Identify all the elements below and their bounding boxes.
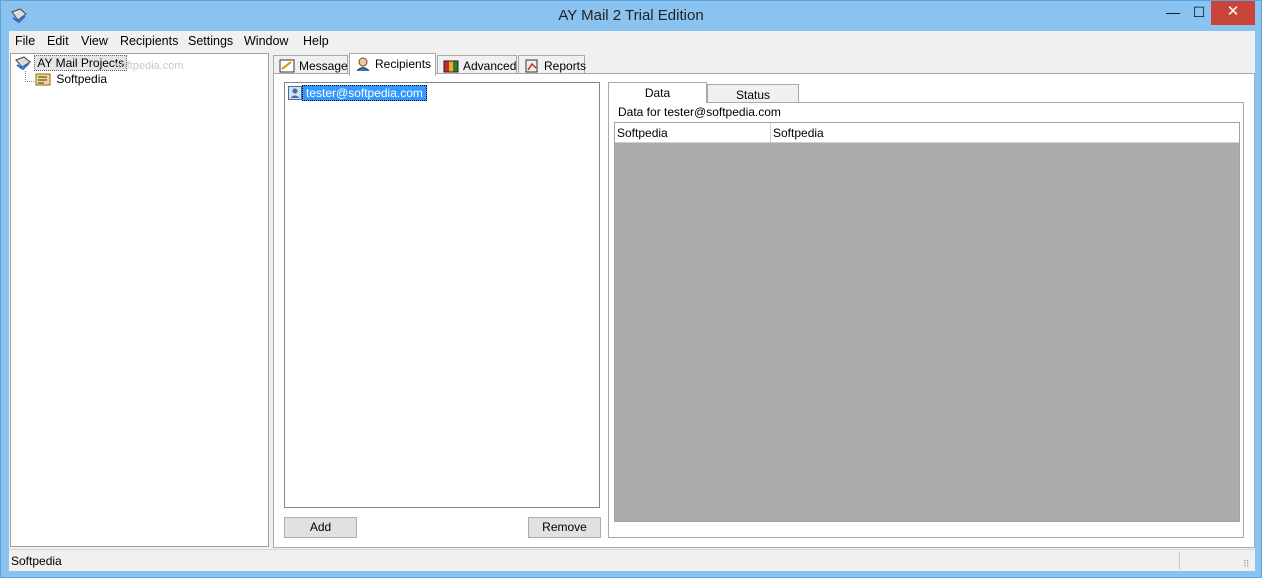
menu-edit[interactable]: Edit (47, 34, 69, 48)
recipient-email: tester@softpedia.com (302, 85, 427, 101)
tree-node-root[interactable]: AY Mail Projects (15, 55, 128, 71)
recipients-panel: tester@softpedia.com Add Remove Data Sta… (273, 73, 1255, 548)
menu-view[interactable]: View (81, 34, 108, 48)
table-row[interactable]: Softpedia Softpedia (615, 123, 1239, 143)
tab-recipients-label: Recipients (375, 57, 432, 71)
tree-child-label: Softpedia (56, 72, 108, 86)
recipient-icon (288, 86, 302, 100)
projects-icon (15, 56, 31, 70)
maximize-button[interactable]: ☐ (1185, 1, 1213, 25)
menu-file[interactable]: File (15, 34, 35, 48)
app-window: AY Mail 2 Trial Edition — ☐ ✕ File Edit … (0, 0, 1262, 578)
menu-window[interactable]: Window (244, 34, 288, 48)
menu-bar: File Edit View Recipients Settings Windo… (9, 31, 1255, 51)
project-tree[interactable]: AY Mail Projects softpedia.com Softpedia (10, 53, 269, 547)
tab-reports[interactable]: Reports (518, 55, 587, 75)
tree-root-label: AY Mail Projects (34, 55, 128, 71)
add-button[interactable]: Add (284, 517, 357, 538)
grid-cell-field[interactable]: Softpedia (615, 123, 771, 143)
tab-advanced-label: Advanced (463, 59, 517, 73)
tree-node-softpedia[interactable]: Softpedia (35, 72, 109, 86)
status-text: Softpedia (11, 554, 62, 568)
tab-message[interactable]: Message (273, 55, 348, 75)
tab-advanced[interactable]: Advanced (437, 55, 517, 75)
tab-data[interactable]: Data (608, 82, 707, 103)
data-for-label: Data for tester@softpedia.com (618, 105, 781, 119)
watermark: softpedia.com (115, 60, 184, 72)
tab-message-label: Message (299, 59, 348, 73)
minimize-button[interactable]: — (1159, 1, 1187, 25)
tab-status[interactable]: Status (707, 84, 799, 103)
title-bar[interactable]: AY Mail 2 Trial Edition — ☐ ✕ (1, 1, 1261, 31)
status-bar: Softpedia ⠿ (9, 549, 1255, 571)
menu-recipients[interactable]: Recipients (120, 34, 178, 48)
project-icon (35, 73, 51, 86)
resize-grip-icon[interactable]: ⠿ (1243, 559, 1253, 569)
remove-button[interactable]: Remove (528, 517, 601, 538)
status-separator (1179, 552, 1180, 570)
advanced-icon (443, 60, 459, 73)
reports-icon (525, 59, 538, 73)
list-item[interactable]: tester@softpedia.com (288, 85, 427, 102)
person-icon (356, 57, 370, 71)
tab-recipients[interactable]: Recipients (349, 53, 436, 76)
tab-reports-label: Reports (544, 59, 587, 73)
grid-cell-value[interactable]: Softpedia (771, 123, 1239, 143)
message-icon (279, 59, 295, 73)
menu-settings[interactable]: Settings (188, 34, 233, 48)
detail-panel: Data for tester@softpedia.com Softpedia … (608, 102, 1244, 538)
client-area: AY Mail Projects softpedia.com Softpedia (9, 51, 1255, 571)
recipients-list[interactable]: tester@softpedia.com (284, 82, 600, 508)
close-button[interactable]: ✕ (1211, 1, 1255, 25)
tree-connector (25, 81, 34, 82)
window-title: AY Mail 2 Trial Edition (558, 7, 704, 24)
data-grid[interactable]: Softpedia Softpedia (614, 122, 1240, 522)
menu-help[interactable]: Help (303, 34, 329, 48)
